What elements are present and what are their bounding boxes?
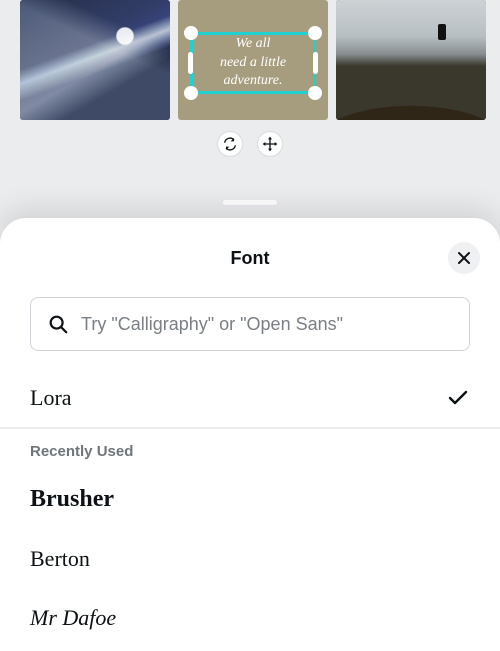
font-search-input[interactable]: [81, 314, 453, 335]
search-icon: [47, 313, 69, 335]
selection-handle[interactable]: [188, 52, 193, 74]
font-sheet: Font Lora Recently Used Brusher Berton M…: [0, 218, 500, 651]
canvas-thumbnail-row: We all need a little adventure.: [0, 0, 500, 126]
selection-handle[interactable]: [313, 52, 318, 74]
move-button[interactable]: [257, 131, 283, 157]
selection-handle[interactable]: [184, 86, 198, 100]
sheet-grabber[interactable]: [223, 200, 277, 205]
page-thumbnail-2[interactable]: We all need a little adventure.: [178, 0, 328, 120]
selected-text-box[interactable]: We all need a little adventure.: [190, 32, 316, 94]
font-item[interactable]: Berton: [0, 530, 500, 589]
font-name: Berton: [30, 546, 90, 572]
sheet-title: Font: [0, 248, 500, 269]
close-button[interactable]: [448, 242, 480, 274]
text-content: We all need a little adventure.: [220, 35, 286, 92]
page-thumbnail-1[interactable]: [20, 0, 170, 120]
selection-handle[interactable]: [184, 26, 198, 40]
canvas-toolbar: [0, 126, 500, 162]
sync-button[interactable]: [217, 131, 243, 157]
font-item-selected[interactable]: Lora: [0, 369, 500, 428]
close-icon: [457, 251, 471, 265]
font-name: Mr Dafoe: [30, 605, 116, 631]
check-icon: [446, 386, 470, 410]
recent-label: Recently Used: [0, 429, 500, 470]
page-thumbnail-3[interactable]: [336, 0, 486, 120]
font-item[interactable]: Brusher: [0, 470, 500, 530]
font-name: Lora: [30, 385, 72, 411]
sync-icon: [222, 136, 238, 152]
selection-handle[interactable]: [308, 86, 322, 100]
selection-handle[interactable]: [308, 26, 322, 40]
font-item[interactable]: Mr Dafoe: [0, 589, 500, 648]
font-name: Brusher: [30, 486, 114, 513]
font-search[interactable]: [30, 297, 470, 351]
move-icon: [262, 136, 278, 152]
